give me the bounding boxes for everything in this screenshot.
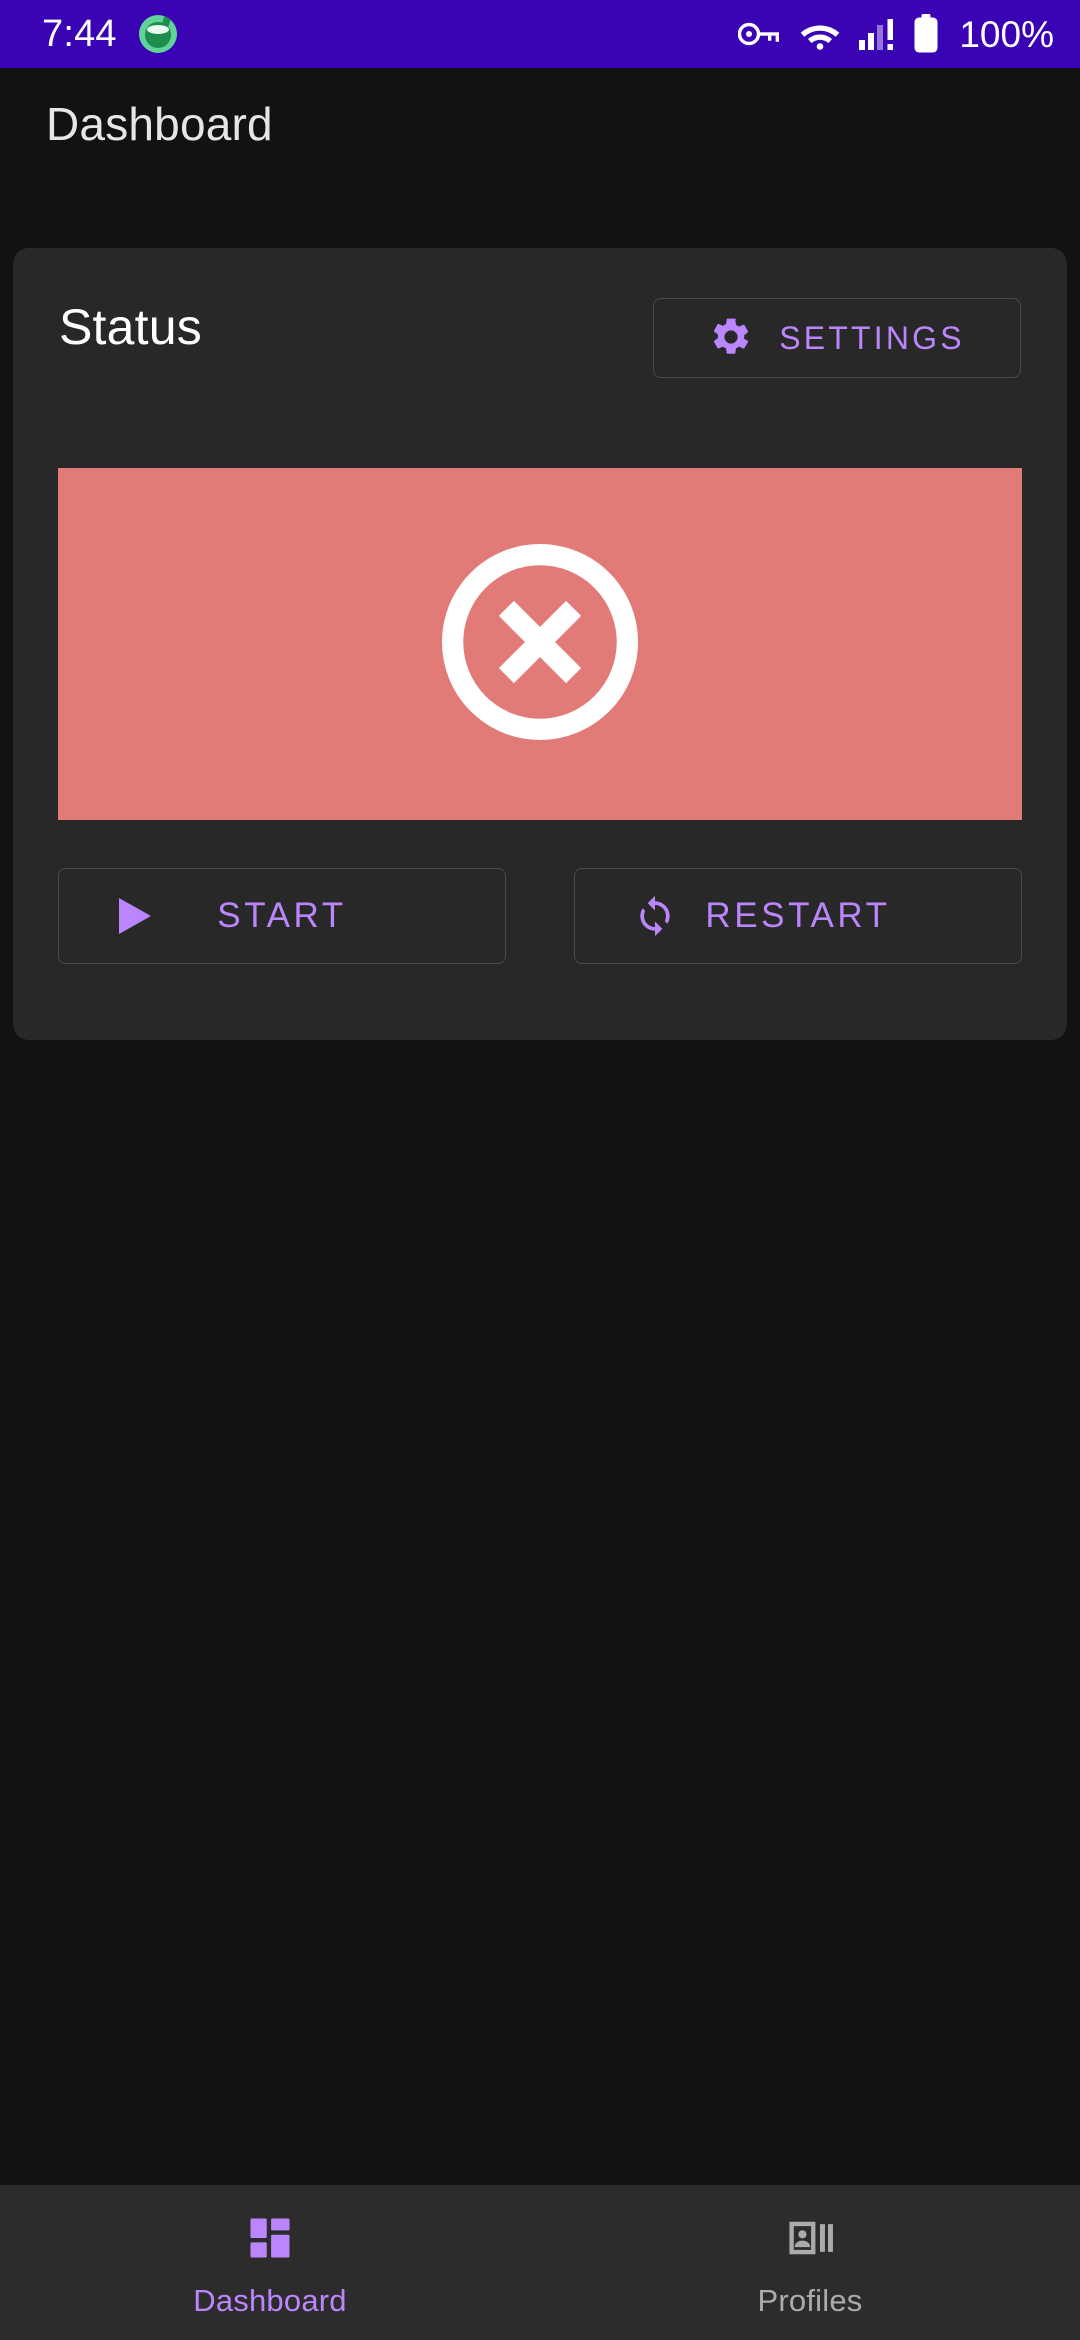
nav-item-profiles-label: Profiles bbox=[757, 2283, 863, 2318]
settings-button-label: SETTINGS bbox=[779, 319, 965, 356]
start-button-label: START bbox=[217, 896, 347, 935]
play-icon bbox=[117, 896, 153, 936]
status-bar-right: 100% bbox=[738, 14, 1054, 54]
restart-button-label: RESTART bbox=[705, 896, 891, 935]
cellular-signal-alert-icon bbox=[858, 17, 896, 51]
gear-icon bbox=[709, 315, 753, 362]
nav-item-dashboard[interactable]: Dashboard bbox=[0, 2185, 540, 2340]
nav-item-dashboard-label: Dashboard bbox=[193, 2283, 347, 2318]
restart-button[interactable]: RESTART bbox=[574, 868, 1022, 964]
settings-button[interactable]: SETTINGS bbox=[653, 298, 1021, 378]
system-status-bar: 7:44 100% bbox=[0, 0, 1080, 68]
error-circle-x-icon bbox=[428, 530, 652, 759]
status-card-title: Status bbox=[59, 299, 202, 355]
bottom-navigation-bar: Dashboard Profiles bbox=[0, 2185, 1080, 2340]
start-button[interactable]: START bbox=[58, 868, 506, 964]
contacts-card-icon bbox=[784, 2212, 836, 2269]
battery-percentage-label: 100% bbox=[959, 13, 1054, 55]
status-card: SETTINGS Status START RESTART bbox=[13, 248, 1067, 1040]
status-bar-clock: 7:44 bbox=[42, 13, 117, 55]
status-bar-left: 7:44 bbox=[42, 15, 177, 53]
app-bar: Dashboard bbox=[0, 68, 1080, 180]
dashboard-grid-icon bbox=[244, 2212, 296, 2269]
page-title: Dashboard bbox=[46, 98, 273, 150]
vpn-key-icon bbox=[738, 19, 782, 49]
wifi-icon bbox=[799, 18, 841, 50]
nav-item-profiles[interactable]: Profiles bbox=[540, 2185, 1080, 2340]
phone-screen: 7:44 100% Dashboard SETTINGS Status STAR… bbox=[0, 0, 1080, 2340]
green-flask-app-icon bbox=[138, 15, 177, 53]
status-card-actions: START RESTART bbox=[58, 868, 1022, 964]
sync-restart-icon bbox=[633, 894, 677, 938]
status-state-banner bbox=[58, 468, 1022, 820]
battery-full-icon bbox=[913, 14, 939, 54]
